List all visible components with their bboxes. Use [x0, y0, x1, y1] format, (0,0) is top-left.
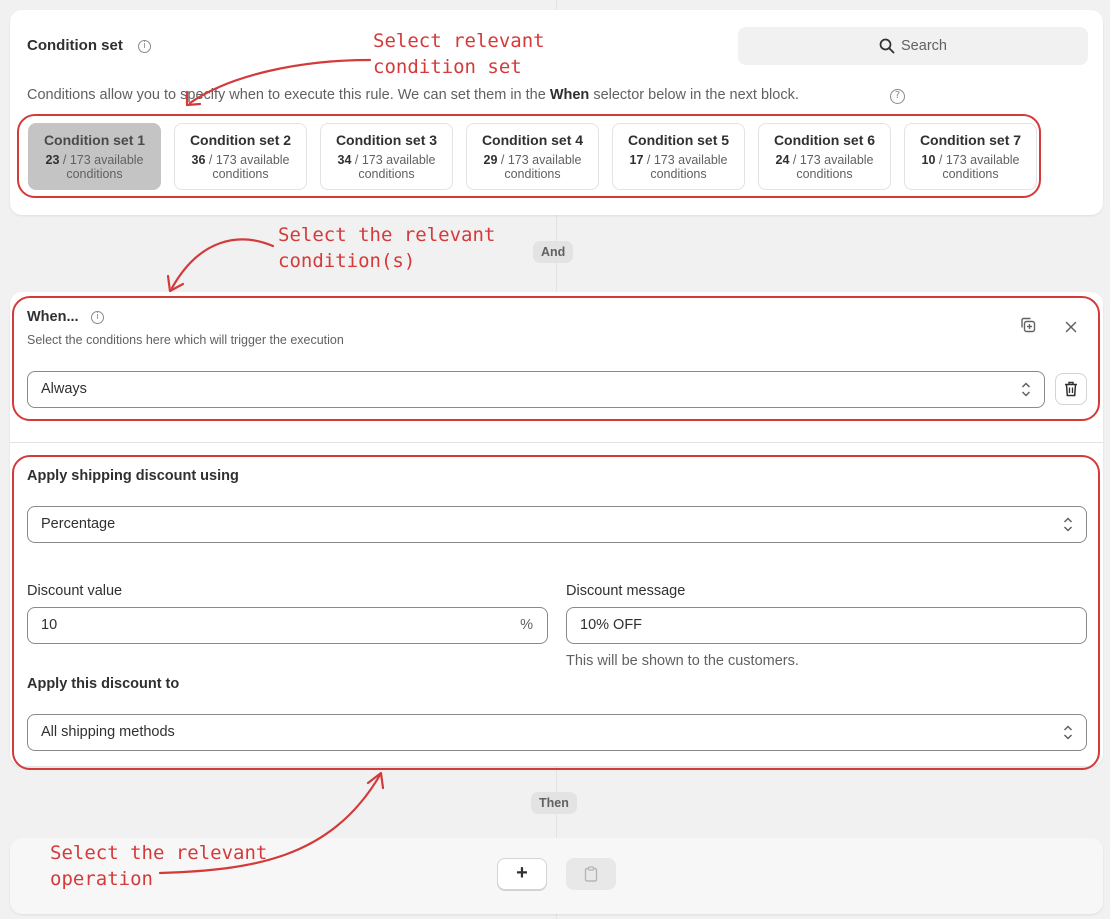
annotation-select-condition-set: Select relevant condition set [373, 30, 545, 78]
search-label: Search [901, 38, 947, 54]
annotation-highlight-when [12, 296, 1100, 421]
annotation-highlight-action [12, 455, 1100, 770]
section-divider [10, 442, 1103, 443]
clipboard-icon [584, 866, 598, 882]
annotation-select-operation: Select the relevant operation [50, 842, 268, 890]
arrow-to-when [170, 238, 275, 290]
paste-operation-button[interactable] [566, 858, 616, 890]
then-connector-badge: Then [531, 792, 577, 814]
condition-set-title: Condition set [27, 37, 123, 54]
add-operation-button[interactable]: + [497, 858, 547, 890]
search-icon [879, 38, 895, 54]
search-button[interactable]: Search [738, 27, 1088, 65]
condition-set-description: Conditions allow you to specify when to … [27, 87, 799, 103]
and-connector-badge: And [533, 241, 574, 263]
annotation-highlight-condition-sets [17, 114, 1041, 198]
info-icon[interactable]: i [138, 40, 151, 53]
annotation-select-conditions: Select the relevant condition(s) [278, 224, 496, 272]
help-icon[interactable]: ? [890, 89, 905, 104]
